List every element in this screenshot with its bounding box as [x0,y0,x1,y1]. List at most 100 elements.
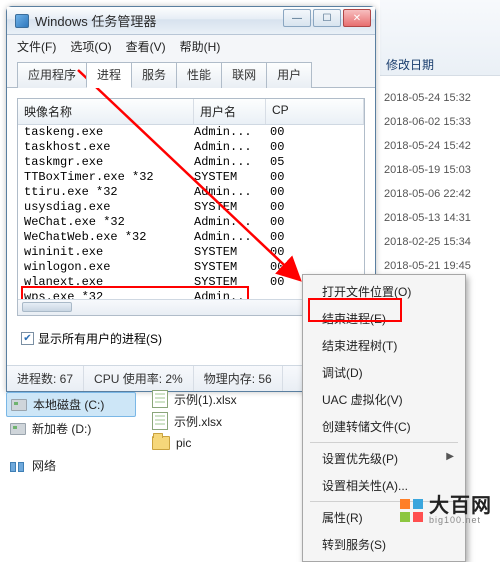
xlsx-icon [152,412,168,430]
table-header-row: 映像名称 用户名 CP [18,99,364,125]
cell-cpu: 00 [266,245,364,260]
cell-image: taskhost.exe [18,140,194,155]
cell-image: usysdiag.exe [18,200,194,215]
table-row[interactable]: WeChat.exe *32Admin...00 [18,215,364,230]
file-label: pic [176,436,191,450]
cell-image: WeChat.exe *32 [18,215,194,230]
watermark-logo: 大百网 big100.net [400,496,492,525]
cell-cpu: 00 [266,260,364,275]
tab-5[interactable]: 用户 [266,62,312,88]
date-cell: 2018-05-06 22:42 [384,182,500,206]
cell-image: TTBoxTimer.exe *32 [18,170,194,185]
context-item[interactable]: 创建转储文件(C) [306,413,462,440]
context-item[interactable]: 设置优先级(P)▶ [306,445,462,472]
window-title: Windows 任务管理器 [35,11,156,30]
cell-cpu: 00 [266,125,364,140]
logo-text-en: big100.net [429,516,492,525]
cell-user: Admin... [194,140,266,155]
file-item[interactable]: 示例.xlsx [152,410,292,432]
table-row[interactable]: taskeng.exeAdmin...00 [18,125,364,140]
cell-image: winlogon.exe [18,260,194,275]
file-label: 示例(1).xlsx [174,391,237,408]
context-item[interactable]: UAC 虚拟化(V) [306,386,462,413]
cell-cpu: 05 [266,155,364,170]
cell-cpu: 00 [266,230,364,245]
cell-user: Admin... [194,230,266,245]
date-cell: 2018-05-24 15:42 [384,134,500,158]
cell-cpu: 00 [266,215,364,230]
date-cell: 2018-06-02 15:33 [384,110,500,134]
close-button[interactable]: ✕ [343,9,371,27]
menu-item[interactable]: 查看(V) [126,38,166,55]
cell-image: ttiru.exe *32 [18,185,194,200]
menu-item[interactable]: 帮助(H) [180,38,221,55]
context-item[interactable]: 调试(D) [306,359,462,386]
annotation-box-end-process [308,298,402,322]
tree-item-drive-d[interactable]: 新加卷 (D:) [6,417,136,440]
cell-cpu: 00 [266,200,364,215]
date-cell: 2018-05-13 14:31 [384,206,500,230]
cell-image: taskeng.exe [18,125,194,140]
cell-user: SYSTEM [194,200,266,215]
logo-text-cn: 大百网 [429,496,492,516]
date-cell: 2018-05-24 15:32 [384,86,500,110]
xlsx-icon [152,390,168,408]
table-row[interactable]: taskmgr.exeAdmin...05 [18,155,364,170]
cell-image: WeChatWeb.exe *32 [18,230,194,245]
network-icon [10,458,26,474]
tab-3[interactable]: 性能 [176,62,222,88]
table-row[interactable]: wininit.exeSYSTEM00 [18,245,364,260]
taskmgr-icon [15,14,29,28]
cell-image: taskmgr.exe [18,155,194,170]
show-all-users-checkbox[interactable]: ✔ 显示所有用户的进程(S) [21,330,162,347]
table-row[interactable]: WeChatWeb.exe *32Admin...00 [18,230,364,245]
context-item[interactable]: 结束进程树(T) [306,332,462,359]
tree-item-network[interactable]: 网络 [6,454,136,477]
cell-user: SYSTEM [194,260,266,275]
show-all-users-label: 显示所有用户的进程(S) [38,330,162,347]
status-process-count: 进程数: 67 [7,366,84,391]
col-image-name[interactable]: 映像名称 [18,99,194,124]
cell-cpu: 00 [266,170,364,185]
context-item[interactable]: 转到服务(S) [306,531,462,558]
tree-label: 本地磁盘 (C:) [33,396,104,413]
menu-item[interactable]: 文件(F) [17,38,56,55]
tree-label: 网络 [32,457,56,474]
table-row[interactable]: usysdiag.exeSYSTEM00 [18,200,364,215]
minimize-button[interactable]: — [283,9,311,27]
cell-user: Admin... [194,215,266,230]
tabbar: 应用程序进程服务性能联网用户 [7,57,375,88]
drive-icon [10,423,26,435]
tab-1[interactable]: 进程 [86,62,132,88]
tab-2[interactable]: 服务 [131,62,177,88]
table-row[interactable]: ttiru.exe *32Admin...00 [18,185,364,200]
table-row[interactable]: taskhost.exeAdmin...00 [18,140,364,155]
file-list: 示例(1).xlsx 示例.xlsx pic [152,388,292,454]
menubar: 文件(F) 选项(O) 查看(V) 帮助(H) [7,35,375,57]
tab-4[interactable]: 联网 [221,62,267,88]
titlebar[interactable]: Windows 任务管理器 — ☐ ✕ [7,7,375,35]
maximize-button[interactable]: ☐ [313,9,341,27]
submenu-arrow-icon: ▶ [446,451,454,462]
tab-0[interactable]: 应用程序 [17,62,87,88]
cell-user: Admin... [194,185,266,200]
checkbox-icon: ✔ [21,332,34,345]
table-row[interactable]: winlogon.exeSYSTEM00 [18,260,364,275]
file-item[interactable]: 示例(1).xlsx [152,388,292,410]
col-cpu[interactable]: CP [266,99,364,124]
cell-cpu: 00 [266,185,364,200]
date-cell: 2018-02-25 15:34 [384,230,500,254]
menu-item[interactable]: 选项(O) [70,38,111,55]
file-label: 示例.xlsx [174,413,222,430]
cell-user: SYSTEM [194,170,266,185]
explorer-column-header[interactable]: 修改日期 [380,0,500,76]
file-item[interactable]: pic [152,432,292,454]
cell-image: wininit.exe [18,245,194,260]
cell-user: Admin... [194,155,266,170]
context-separator [310,442,458,443]
date-cell: 2018-05-19 15:03 [384,158,500,182]
col-user-name[interactable]: 用户名 [194,99,266,124]
tree-item-drive-c[interactable]: 本地磁盘 (C:) [6,392,136,417]
table-row[interactable]: TTBoxTimer.exe *32SYSTEM00 [18,170,364,185]
hscroll-thumb[interactable] [22,302,72,312]
